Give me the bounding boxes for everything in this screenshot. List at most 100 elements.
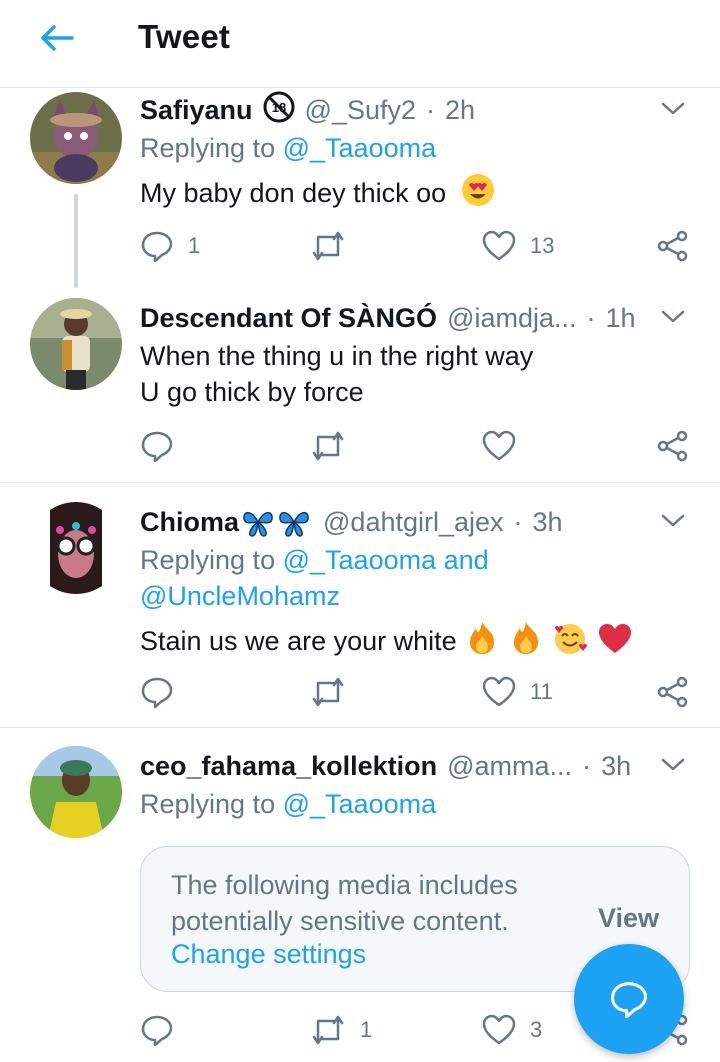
tweet-text: When the thing u in the right way U go t… [140,338,533,410]
heart-icon [482,676,516,707]
display-name[interactable]: Safiyanu [140,95,253,126]
divider [0,482,720,483]
change-settings-link[interactable]: Change settings [171,939,366,970]
heart-icon [482,230,516,261]
user-handle[interactable]: @iamdja... [447,303,576,334]
reply-icon [141,431,173,463]
replying-to: Replying to @_Taaooma [140,786,436,822]
smiling-hearts-emoji [555,624,588,654]
timestamp: 1h [605,302,636,333]
display-name[interactable]: Chioma [140,507,239,538]
tweet-header: Chioma @dahtgirl_ajex · 3h [140,502,630,542]
avatar[interactable] [30,746,122,838]
timestamp: 2h [445,94,476,125]
fire-emoji [513,622,538,654]
like-count: 3 [530,1017,543,1042]
replying-to-label: Replying to [140,133,276,163]
reply-button[interactable] [140,672,188,712]
share-button[interactable] [656,426,690,466]
like-button[interactable]: 13 [482,226,554,266]
heart-eyes-emoji [461,174,494,206]
chevron-down-icon[interactable] [658,94,688,124]
like-count: 13 [530,233,555,258]
compose-reply-icon [611,982,647,1019]
tweet-text-line: Stain us we are your white [140,626,457,656]
replying-to: Replying to @_Taaooma [140,130,436,166]
user-handle[interactable]: @amma... [447,751,572,782]
share-button[interactable] [656,672,690,712]
butterfly-emoji [243,511,309,537]
compose-reply-button[interactable] [574,944,684,1054]
tweet-actions [140,426,696,466]
tweet-header: Safiyanu 18 @_Sufy2 · 2h [140,90,630,130]
reply-mention-link[interactable]: @_Taaooma [283,133,437,163]
retweet-button[interactable] [310,426,360,466]
replying-to-label: Replying to [140,789,276,819]
reply-mention-link[interactable]: @UncleMohamz [140,578,489,614]
chevron-down-icon[interactable] [658,302,688,332]
tweet-text: My baby don dey thick oo [140,172,496,211]
retweet-count: 1 [360,1017,373,1042]
retweet-button[interactable]: 1 [310,1010,372,1050]
tweet-item[interactable]: Chioma @dahtgirl_ajex · 3h Replying to @… [0,502,720,726]
sensitive-warning-text: The following media includes potentially… [171,867,551,939]
separator-dot: · [513,506,523,537]
no-under-18-icon: 18 [263,91,295,130]
tweet-item[interactable]: Descendant Of SÀNGÓ @iamdja... · 1h When… [0,298,720,482]
retweet-button[interactable] [310,672,360,712]
display-name[interactable]: ceo_fahama_kollektion [140,751,437,782]
reply-icon [141,677,173,709]
reply-icon [141,231,173,263]
tweet-item[interactable]: Safiyanu 18 @_Sufy2 · 2h Replying to @_T… [0,90,720,290]
avatar[interactable] [30,502,122,594]
view-media-button[interactable]: View [598,903,659,934]
heart-icon [482,430,516,461]
divider [0,727,720,728]
chevron-down-icon[interactable] [658,750,688,780]
chevron-down-icon[interactable] [658,506,688,536]
display-name[interactable]: Descendant Of SÀNGÓ [140,303,437,334]
retweet-button[interactable] [310,226,360,266]
reply-button[interactable]: 1 [140,226,200,266]
like-button[interactable]: 3 [482,1010,542,1050]
tweet-actions: 1 13 [140,226,696,266]
tweet-actions: 11 [140,672,696,712]
share-icon [657,676,688,708]
reply-button[interactable] [140,1010,188,1050]
tweet-text-line: U go thick by force [140,377,364,407]
retweet-icon [312,677,344,707]
fire-emoji [470,622,495,654]
avatar[interactable] [30,92,122,184]
tweet-header: Descendant Of SÀNGÓ @iamdja... · 1h [140,298,636,338]
top-bar: Tweet [0,0,720,88]
like-count: 11 [530,679,553,704]
back-button[interactable] [34,18,80,58]
reply-count: 1 [188,233,201,258]
tweet-header: ceo_fahama_kollektion @amma... · 3h [140,746,631,786]
tweet-text-line: My baby don dey thick oo [140,178,447,208]
sensitive-warning-line: The following media includes [171,870,518,900]
like-button[interactable] [482,426,530,466]
share-icon [657,230,688,262]
retweet-icon [312,231,344,261]
retweet-icon [312,431,344,461]
reply-mention-link[interactable]: @_Taaooma [283,789,437,819]
user-handle[interactable]: @_Sufy2 [305,95,416,126]
share-button[interactable] [656,226,690,266]
page-title: Tweet [138,18,231,55]
reply-mention-link[interactable]: @_Taaooma and [283,545,489,575]
separator-dot: · [586,302,596,333]
share-icon [657,430,688,462]
retweet-icon [312,1015,344,1045]
like-button[interactable]: 11 [482,672,553,712]
tweet-text-line: When the thing u in the right way [140,341,534,371]
separator-dot: · [582,750,592,781]
replying-to-label: Replying to [140,545,276,575]
red-heart-emoji [598,624,631,653]
back-arrow-icon [41,25,74,51]
separator-dot: · [426,94,436,125]
avatar[interactable] [30,298,122,390]
user-handle[interactable]: @dahtgirl_ajex [323,507,504,538]
reply-button[interactable] [140,426,188,466]
sensitive-warning-line: potentially sensitive content. [171,906,509,936]
